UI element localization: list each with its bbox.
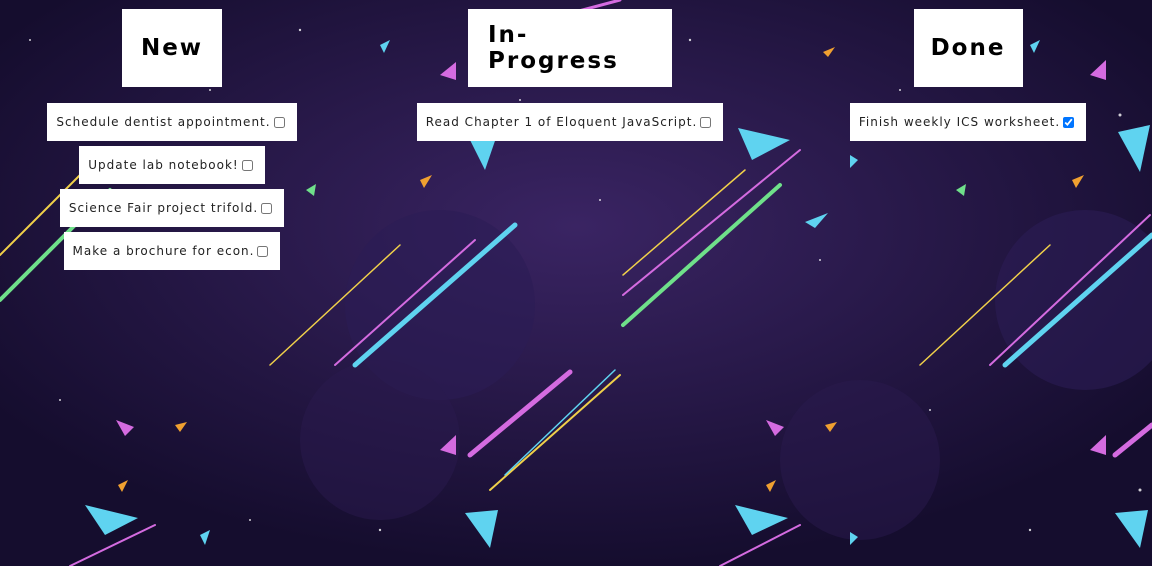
task-text: Finish weekly ICS worksheet. [858,115,1061,129]
task-card[interactable]: Update lab notebook! [79,146,265,184]
task-text: Science Fair project trifold. [68,201,259,215]
task-checkbox[interactable] [273,116,285,128]
task-card[interactable]: Science Fair project trifold. [59,189,285,227]
task-text: Schedule dentist appointment. [56,115,271,129]
task-card[interactable]: Finish weekly ICS worksheet. [849,103,1087,141]
task-checkbox[interactable] [700,116,712,128]
task-text: Make a brochure for econ. [72,244,255,258]
column-title: Done [913,9,1023,87]
task-text: Read Chapter 1 of Eloquent JavaScript. [425,115,698,129]
task-checkbox[interactable] [257,245,269,257]
task-text: Update lab notebook! [88,158,239,172]
task-checkbox[interactable] [241,159,253,171]
task-list: Finish weekly ICS worksheet. [849,103,1087,141]
task-list: Read Chapter 1 of Eloquent JavaScript. [416,103,724,141]
task-checkbox[interactable] [261,202,273,214]
column-new: New Schedule dentist appointment. Update… [0,0,344,566]
task-card[interactable]: Read Chapter 1 of Eloquent JavaScript. [416,103,724,141]
task-card[interactable]: Make a brochure for econ. [63,232,281,270]
column-in-progress: In-Progress Read Chapter 1 of Eloquent J… [398,0,742,566]
task-list: Schedule dentist appointment. Update lab… [47,103,297,270]
task-checkbox[interactable] [1063,116,1075,128]
task-card[interactable]: Schedule dentist appointment. [47,103,297,141]
column-title: New [122,9,222,87]
column-title: In-Progress [468,9,672,87]
column-done: Done Finish weekly ICS worksheet. [796,0,1140,566]
